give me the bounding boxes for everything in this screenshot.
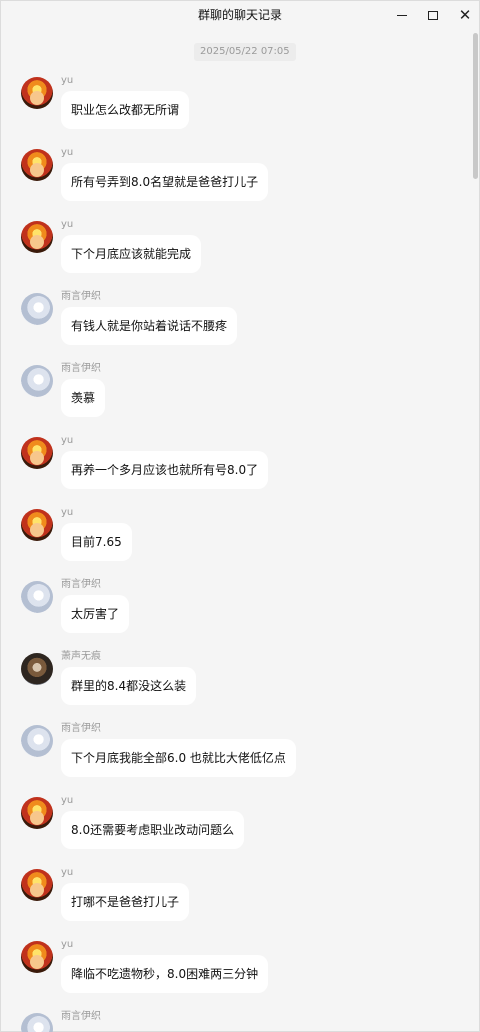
- sender-name: 雨言伊织: [61, 363, 101, 374]
- sender-name: yu: [61, 867, 74, 878]
- sender-name: yu: [61, 795, 74, 806]
- sender-name: 雨言伊织: [61, 1011, 101, 1022]
- message-row: 萧声无痕群里的8.4都没这么装: [1, 651, 471, 721]
- message-row: yu 再养一个多月应该也就所有号8.0了: [1, 435, 471, 505]
- message-bubble[interactable]: 目前7.65: [61, 523, 132, 561]
- message-row: 雨言伊织 羡慕: [1, 363, 471, 433]
- timestamp: 2025/05/22 07:05: [194, 43, 296, 61]
- maximize-icon: [428, 10, 438, 20]
- message-row: yu 打哪不是爸爸打儿子: [1, 867, 471, 937]
- message-row: yu 职业怎么改都无所谓: [1, 75, 471, 145]
- message-bubble[interactable]: 8.0还需要考虑职业改动问题么: [61, 811, 245, 849]
- minimize-button[interactable]: [390, 5, 414, 25]
- message-bubble[interactable]: 所有号弄到8.0名望就是爸爸打儿子: [61, 163, 269, 201]
- avatar[interactable]: [21, 581, 53, 613]
- chat-history: 2025/05/22 07:05 yu 职业怎么改都无所谓 yu 所有号弄到8.0名望…: [1, 29, 471, 1032]
- message-bubble[interactable]: 有钱人就是你站着说话不腰疼: [61, 307, 238, 345]
- message-row: 雨言伊织有钱人就是你站着说话不腰疼: [1, 291, 471, 361]
- avatar[interactable]: [21, 509, 53, 541]
- sender-name: yu: [61, 435, 74, 446]
- message-bubble[interactable]: 群里的8.4都没这么装: [61, 667, 197, 705]
- sender-name: yu: [61, 75, 74, 86]
- message-bubble[interactable]: 职业怎么改都无所谓: [61, 91, 190, 129]
- message-bubble[interactable]: 太厉害了: [61, 595, 130, 633]
- message-row: yu 所有号弄到8.0名望就是爸爸打儿子: [1, 147, 471, 217]
- message-row: 雨言伊织 太厉害了: [1, 579, 471, 649]
- message-bubble[interactable]: 再养一个多月应该也就所有号8.0了: [61, 451, 269, 489]
- message-bubble[interactable]: 打哪不是爸爸打儿子: [61, 883, 190, 921]
- avatar[interactable]: [21, 77, 53, 109]
- sender-name: 雨言伊织: [61, 291, 101, 302]
- message-row: yu 目前7.65: [1, 507, 471, 577]
- avatar[interactable]: [21, 653, 53, 685]
- sender-name: 萧声无痕: [61, 651, 101, 662]
- avatar[interactable]: [21, 437, 53, 469]
- message-row: yu 8.0还需要考虑职业改动问题么: [1, 795, 471, 865]
- close-icon: ✕: [458, 5, 472, 24]
- avatar[interactable]: [21, 365, 53, 397]
- message-bubble[interactable]: 降临不吃遗物秒，8.0困难两三分钟: [61, 955, 269, 993]
- avatar[interactable]: [21, 1013, 53, 1032]
- avatar[interactable]: [21, 149, 53, 181]
- avatar[interactable]: [21, 293, 53, 325]
- sender-name: yu: [61, 147, 74, 158]
- avatar[interactable]: [21, 725, 53, 757]
- minimize-icon: [397, 14, 407, 16]
- sender-name: yu: [61, 939, 74, 950]
- message-bubble[interactable]: 下个月底我能全部6.0 也就比大佬低亿点: [61, 739, 296, 777]
- message-row: yu 下个月底应该就能完成: [1, 219, 471, 289]
- sender-name: 雨言伊织: [61, 723, 101, 734]
- maximize-button[interactable]: [421, 5, 445, 25]
- avatar[interactable]: [21, 869, 53, 901]
- message-row: yu 降临不吃遗物秒，8.0困难两三分钟: [1, 939, 471, 1009]
- title-bar: 群聊的聊天记录 ✕: [1, 1, 479, 29]
- sender-name: yu: [61, 219, 74, 230]
- sender-name: 雨言伊织: [61, 579, 101, 590]
- message-row: 雨言伊织下个月底我能全部6.0 也就比大佬低亿点: [1, 723, 471, 793]
- avatar[interactable]: [21, 797, 53, 829]
- message-bubble[interactable]: 下个月底应该就能完成: [61, 235, 202, 273]
- message-bubble[interactable]: 羡慕: [61, 379, 106, 417]
- close-button[interactable]: ✕: [453, 5, 477, 25]
- avatar[interactable]: [21, 941, 53, 973]
- avatar[interactable]: [21, 221, 53, 253]
- scrollbar-thumb[interactable]: [473, 33, 478, 179]
- message-row: 雨言伊织: [1, 1011, 471, 1032]
- sender-name: yu: [61, 507, 74, 518]
